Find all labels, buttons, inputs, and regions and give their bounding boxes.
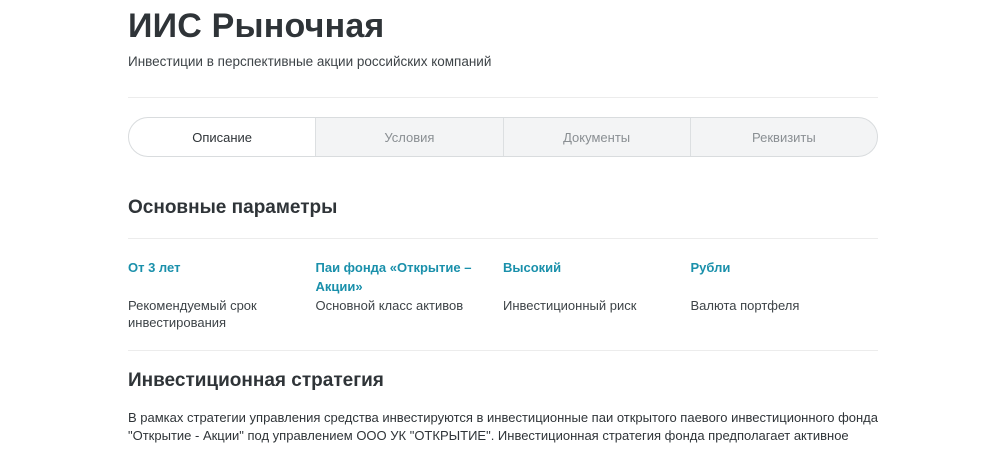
tab-conditions[interactable]: Условия: [315, 118, 502, 156]
param-label: Основной класс активов: [315, 298, 464, 313]
divider: [128, 350, 878, 351]
param-asset-class: Паи фонда «Открытие – Акции» Основной кл…: [316, 258, 504, 331]
param-risk: Высокий Инвестиционный риск: [503, 258, 691, 331]
params-grid: От 3 лет Рекомендуемый срок инвестирован…: [128, 258, 878, 331]
param-label: Инвестиционный риск: [503, 298, 637, 313]
tab-description[interactable]: Описание: [129, 118, 316, 156]
param-value: Паи фонда «Открытие – Акции»: [315, 260, 472, 294]
section-heading-strategy: Инвестиционная стратегия: [128, 370, 384, 391]
param-term: От 3 лет Рекомендуемый срок инвестирован…: [128, 258, 316, 331]
param-value: Рубли: [690, 260, 731, 275]
param-currency: Рубли Валюта портфеля: [691, 258, 879, 331]
page: ИИС Рыночная Инвестиции в перспективные …: [0, 0, 1000, 450]
strategy-description: В рамках стратегии управления средства и…: [128, 410, 878, 443]
section-heading-main-params: Основные параметры: [128, 197, 338, 218]
tab-requisites[interactable]: Реквизиты: [689, 118, 877, 156]
tab-bar: Описание Условия Документы Реквизиты: [128, 117, 878, 157]
param-label: Валюта портфеля: [690, 298, 800, 313]
divider: [128, 238, 878, 239]
param-label: Рекомендуемый срок инвестирования: [128, 298, 257, 330]
param-value: Высокий: [503, 260, 562, 275]
page-title: ИИС Рыночная: [128, 7, 385, 45]
page-subtitle: Инвестиции в перспективные акции российс…: [128, 54, 492, 69]
divider: [128, 97, 878, 98]
param-value: От 3 лет: [128, 260, 181, 275]
tab-documents[interactable]: Документы: [502, 118, 690, 156]
